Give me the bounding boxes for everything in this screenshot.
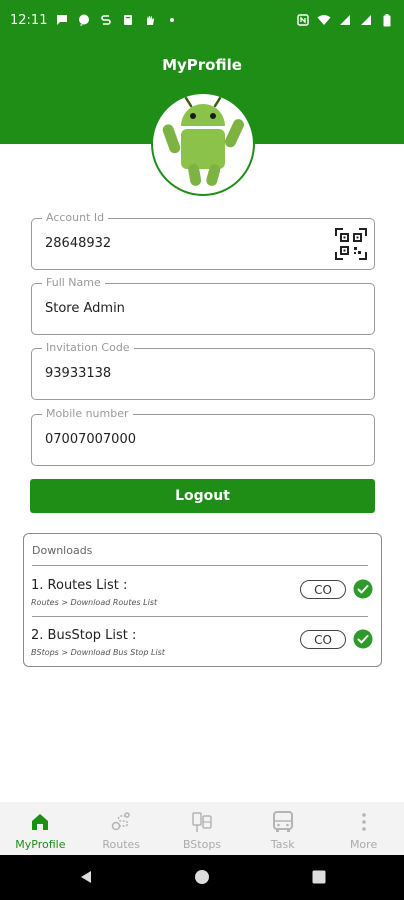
download-item-busstops: 2. BusStop List : BStops > Download Bus … xyxy=(31,628,375,668)
status-right-icons xyxy=(296,13,394,27)
signal-icon xyxy=(359,13,373,27)
wifi-icon xyxy=(317,13,331,27)
status-bar: 12:11 xyxy=(0,0,404,40)
downloads-title: Downloads xyxy=(32,544,93,557)
nav-label: MyProfile xyxy=(15,838,66,851)
page-title: MyProfile xyxy=(162,56,242,74)
invitation-code-label: Invitation Code xyxy=(42,341,134,354)
back-icon[interactable] xyxy=(78,869,94,885)
mobile-number-value: 07007007000 xyxy=(45,432,136,447)
status-time: 12:11 xyxy=(10,12,48,28)
download-item-path: Routes > Download Routes List xyxy=(31,598,158,607)
nav-item-myprofile[interactable]: MyProfile xyxy=(0,802,81,855)
dot-icon xyxy=(165,13,179,27)
logout-button[interactable]: Logout xyxy=(30,479,375,513)
avatar[interactable] xyxy=(151,92,255,196)
recents-icon[interactable] xyxy=(311,869,327,885)
download-item-routes: 1. Routes List : Routes > Download Route… xyxy=(31,578,375,618)
mobile-number-field[interactable]: Mobile number 07007007000 xyxy=(31,407,375,466)
nav-item-routes[interactable]: Routes xyxy=(81,802,162,855)
nav-item-more[interactable]: More xyxy=(323,802,404,855)
busstops-co-button[interactable]: CO xyxy=(300,630,346,649)
nav-item-bstops[interactable]: BStops xyxy=(162,802,243,855)
s-icon xyxy=(99,13,113,27)
nav-label: BStops xyxy=(182,838,222,851)
chat-bubble-icon xyxy=(77,13,91,27)
signal-icon xyxy=(338,13,352,27)
download-item-name: 2. BusStop List : xyxy=(31,628,137,643)
home-button-icon[interactable] xyxy=(194,869,210,885)
downloads-card: Downloads 1. Routes List : Routes > Down… xyxy=(23,533,382,667)
invitation-code-field[interactable]: Invitation Code 93933138 xyxy=(31,341,375,400)
full-name-field[interactable]: Full Name Store Admin xyxy=(31,276,375,335)
nav-label: More xyxy=(349,838,378,851)
qr-code-icon[interactable] xyxy=(334,227,368,261)
message-icon xyxy=(55,13,69,27)
nav-label: Routes xyxy=(102,838,141,851)
mobile-number-label: Mobile number xyxy=(42,407,133,420)
hand-icon xyxy=(143,13,157,27)
divider xyxy=(32,565,368,566)
full-name-label: Full Name xyxy=(42,276,105,289)
full-name-value: Store Admin xyxy=(45,301,125,316)
route-icon xyxy=(111,812,130,831)
home-icon xyxy=(32,814,49,830)
download-item-path: BStops > Download Bus Stop List xyxy=(31,648,165,657)
account-id-value: 28648932 xyxy=(45,236,112,251)
account-id-label: Account Id xyxy=(42,211,109,224)
check-circle-icon xyxy=(353,629,373,649)
invitation-code-value: 93933138 xyxy=(45,366,112,381)
system-nav-bar xyxy=(0,855,404,900)
nav-label: Task xyxy=(270,838,295,851)
routes-co-button[interactable]: CO xyxy=(300,580,346,599)
app-root: 12:11 MyProfile Account Id 28648932 Full… xyxy=(0,0,404,900)
divider xyxy=(32,616,368,617)
bus-icon xyxy=(272,811,293,832)
download-item-name: 1. Routes List : xyxy=(31,578,128,593)
more-vertical-icon xyxy=(361,813,366,831)
bottom-nav: MyProfile Routes BStops Task More xyxy=(0,802,404,855)
nfc-icon xyxy=(296,13,310,27)
android-icon xyxy=(162,96,244,186)
nav-item-task[interactable]: Task xyxy=(242,802,323,855)
check-circle-icon xyxy=(353,579,373,599)
account-id-field[interactable]: Account Id 28648932 xyxy=(31,211,375,270)
battery-icon xyxy=(380,13,394,27)
bus-stop-icon xyxy=(192,812,212,832)
status-left-icons xyxy=(55,13,179,27)
document-icon xyxy=(121,13,135,27)
